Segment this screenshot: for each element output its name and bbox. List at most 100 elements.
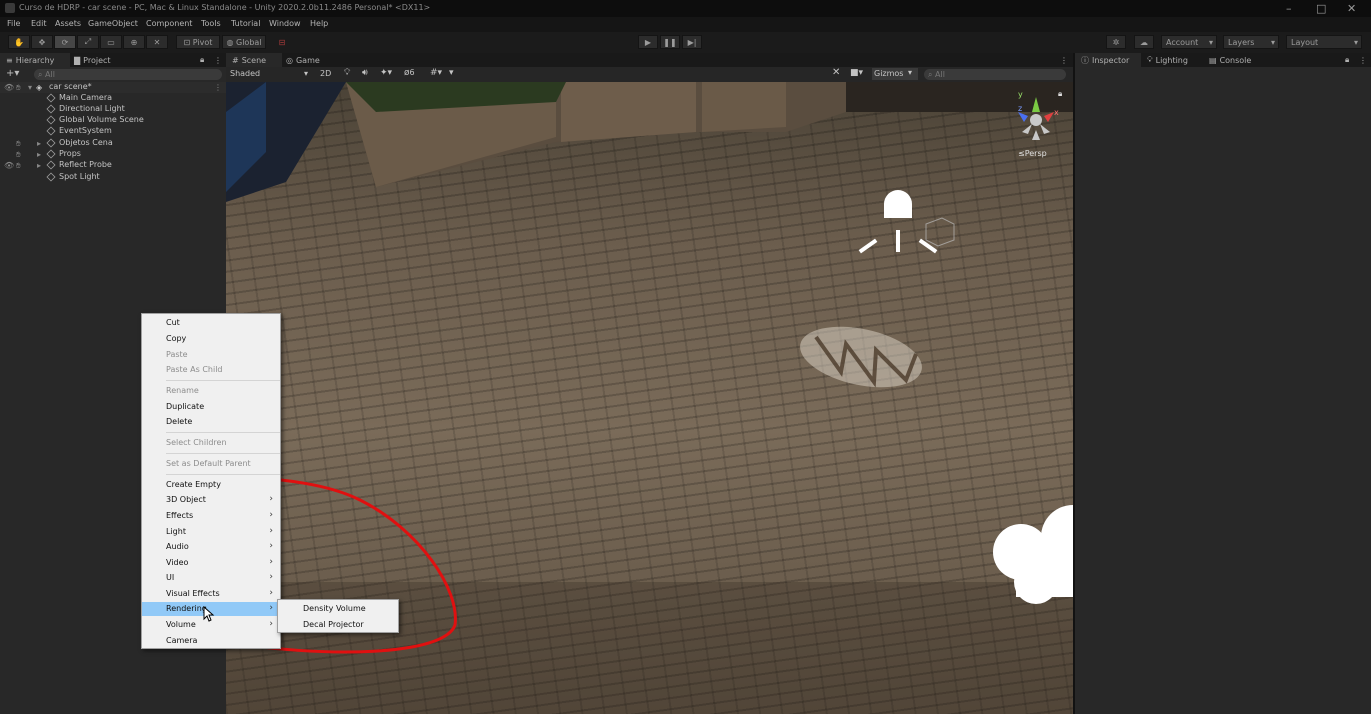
play-button[interactable]: ▶ bbox=[638, 35, 658, 49]
pickable-icon[interactable]: ✋︎ bbox=[16, 139, 21, 149]
scale-tool-icon[interactable]: ⤢ bbox=[77, 35, 99, 49]
kebab-menu-icon[interactable]: ⋮ bbox=[1359, 53, 1367, 67]
rotate-tool-icon[interactable]: ⟳ bbox=[54, 35, 76, 49]
hierarchy-item[interactable]: Spot Light bbox=[0, 172, 226, 183]
pause-button[interactable]: ❚❚ bbox=[660, 35, 680, 49]
hierarchy-item[interactable]: Main Camera bbox=[0, 93, 226, 104]
menu-gameobject[interactable]: GameObject bbox=[88, 19, 138, 28]
menu-edit[interactable]: Edit bbox=[31, 19, 47, 28]
menu-component[interactable]: Component bbox=[146, 19, 192, 28]
tab-console[interactable]: ▤ Console bbox=[1209, 53, 1251, 67]
reflection-probe-icon[interactable] bbox=[795, 317, 928, 398]
pickable-icon[interactable]: ✋︎ bbox=[16, 83, 21, 93]
tools-icon[interactable]: ✕ bbox=[832, 67, 840, 78]
custom-tool-icon[interactable]: ✕ bbox=[146, 35, 168, 49]
expand-arrow-icon[interactable]: ▸ bbox=[37, 161, 41, 170]
gizmos-dropdown[interactable]: Gizmos ▾ bbox=[872, 68, 918, 80]
menu-assets[interactable]: Assets bbox=[55, 19, 81, 28]
menu-tools[interactable]: Tools bbox=[201, 19, 221, 28]
menu-item-visual-effects[interactable]: Visual Effects › bbox=[142, 587, 280, 601]
draw-mode-dropdown[interactable]: Shaded ▾ bbox=[230, 69, 310, 78]
menu-item-density-volume[interactable]: Density Volume bbox=[278, 601, 398, 616]
menu-file[interactable]: File bbox=[7, 19, 20, 28]
step-button[interactable]: ▶| bbox=[682, 35, 702, 49]
maximize-button[interactable]: □ bbox=[1316, 2, 1326, 15]
menu-item-video[interactable]: Video › bbox=[142, 556, 280, 570]
collab-icon[interactable]: ✲ bbox=[1106, 35, 1126, 49]
hierarchy-item-label: Spot Light bbox=[59, 172, 100, 181]
menu-item-cut[interactable]: Cut bbox=[142, 316, 280, 330]
tab-game[interactable]: ◎ Game bbox=[286, 53, 320, 67]
camera-settings-icon[interactable]: ■▾ bbox=[850, 68, 863, 78]
layout-dropdown[interactable]: Layout ▾ bbox=[1286, 35, 1362, 49]
lighting-toggle-icon[interactable]: 💡︎ bbox=[344, 68, 350, 78]
add-object-button[interactable]: +▾ bbox=[6, 68, 19, 79]
close-window-button[interactable]: ✕ bbox=[1347, 2, 1356, 15]
kebab-menu-icon[interactable]: ⋮ bbox=[214, 53, 222, 67]
audio-toggle-icon[interactable]: 🔊︎ bbox=[362, 68, 368, 78]
mode-2d-toggle[interactable]: 2D bbox=[320, 69, 331, 78]
hand-tool-icon[interactable]: ✋ bbox=[8, 35, 30, 49]
expand-arrow-icon[interactable]: ▾ bbox=[28, 83, 32, 92]
hierarchy-item[interactable]: Global Volume Scene bbox=[0, 115, 226, 126]
effects-toggle-icon[interactable]: ✦▾ bbox=[380, 68, 392, 78]
persp-label[interactable]: ≤Persp bbox=[1018, 149, 1047, 158]
snap-icon[interactable]: ⊟ bbox=[272, 35, 292, 49]
cloud-icon[interactable]: ☁ bbox=[1134, 35, 1154, 49]
menu-item-decal-projector[interactable]: Decal Projector bbox=[278, 617, 398, 632]
rect-tool-icon[interactable]: ▭ bbox=[100, 35, 122, 49]
scene-search-input[interactable]: ⌕ All bbox=[924, 69, 1066, 80]
global-toggle[interactable]: ◍ Global bbox=[222, 35, 266, 49]
grid-toggle-icon[interactable]: #▾ bbox=[430, 68, 442, 78]
menu-help[interactable]: Help bbox=[310, 19, 328, 28]
inspector-panel: ⓘ Inspector 💡︎ Lighting ▤ Console 🔒︎ ⋮ bbox=[1075, 53, 1371, 714]
account-dropdown[interactable]: Account ▾ bbox=[1161, 35, 1217, 49]
hierarchy-item[interactable]: EventSystem bbox=[0, 126, 226, 137]
tab-lighting[interactable]: 💡︎ Lighting bbox=[1147, 53, 1188, 67]
tab-scene[interactable]: # Scene bbox=[226, 53, 282, 67]
minimize-button[interactable]: – bbox=[1286, 2, 1292, 15]
light-gizmo-icon[interactable] bbox=[858, 190, 955, 254]
menu-tutorial[interactable]: Tutorial bbox=[231, 19, 260, 28]
menu-item-3d-object[interactable]: 3D Object › bbox=[142, 493, 280, 507]
lock-icon[interactable]: 🔒︎ bbox=[1345, 53, 1349, 67]
tab-project[interactable]: ▇ Project bbox=[74, 53, 111, 67]
scene-row[interactable]: 👁︎ ✋︎ ▾ ◈ car scene* ⋮ bbox=[0, 82, 226, 93]
menu-item-effects[interactable]: Effects › bbox=[142, 509, 280, 523]
lock-icon[interactable]: 🔒︎ bbox=[200, 53, 204, 67]
expand-arrow-icon[interactable]: ▸ bbox=[37, 139, 41, 148]
pivot-toggle[interactable]: ⊡ Pivot bbox=[176, 35, 220, 49]
hierarchy-search-input[interactable]: ⌕ All bbox=[34, 69, 222, 80]
tab-hierarchy[interactable]: ≡ Hierarchy bbox=[0, 53, 70, 67]
pickable-icon[interactable]: ✋︎ bbox=[16, 161, 21, 171]
menu-item-audio[interactable]: Audio › bbox=[142, 540, 280, 554]
menu-item-create-empty[interactable]: Create Empty bbox=[142, 478, 280, 492]
menu-item-light[interactable]: Light › bbox=[142, 525, 280, 539]
menu-window[interactable]: Window bbox=[269, 19, 301, 28]
pickable-icon[interactable]: ✋︎ bbox=[16, 150, 21, 160]
hierarchy-item[interactable]: 👁︎ ✋︎ ▸ Reflect Probe bbox=[0, 160, 226, 171]
menu-item-delete[interactable]: Delete bbox=[142, 415, 280, 429]
menu-item-ui[interactable]: UI › bbox=[142, 571, 280, 585]
menu-item-duplicate[interactable]: Duplicate bbox=[142, 400, 280, 414]
expand-arrow-icon[interactable]: ▸ bbox=[37, 150, 41, 159]
visibility-icon[interactable]: 👁︎ bbox=[4, 83, 14, 92]
tab-inspector[interactable]: ⓘ Inspector bbox=[1075, 53, 1141, 67]
menu-item-camera[interactable]: Camera bbox=[142, 634, 280, 648]
menu-item-copy[interactable]: Copy bbox=[142, 332, 280, 346]
hidden-objects-icon[interactable]: ø6 bbox=[404, 68, 415, 78]
gameobject-icon bbox=[46, 126, 56, 136]
visibility-icon[interactable]: 👁︎ bbox=[4, 161, 14, 170]
transform-tool-icon[interactable]: ⊕ bbox=[123, 35, 145, 49]
hierarchy-item[interactable]: ✋︎ ▸ Objetos Cena bbox=[0, 138, 226, 149]
hierarchy-item[interactable]: ✋︎ ▸ Props bbox=[0, 149, 226, 160]
menu-item-label: Volume bbox=[166, 620, 196, 629]
kebab-menu-icon[interactable]: ⋮ bbox=[1060, 53, 1068, 67]
layers-dropdown[interactable]: Layers ▾ bbox=[1223, 35, 1279, 49]
move-tool-icon[interactable]: ✥ bbox=[31, 35, 53, 49]
hierarchy-item[interactable]: Directional Light bbox=[0, 104, 226, 115]
chevron-right-icon: › bbox=[269, 526, 273, 536]
scene-menu-icon[interactable]: ⋮ bbox=[214, 83, 222, 92]
more-options-icon[interactable]: ▾ bbox=[449, 68, 454, 78]
gizmo-lock-icon[interactable]: 🔒︎ bbox=[1058, 89, 1062, 99]
